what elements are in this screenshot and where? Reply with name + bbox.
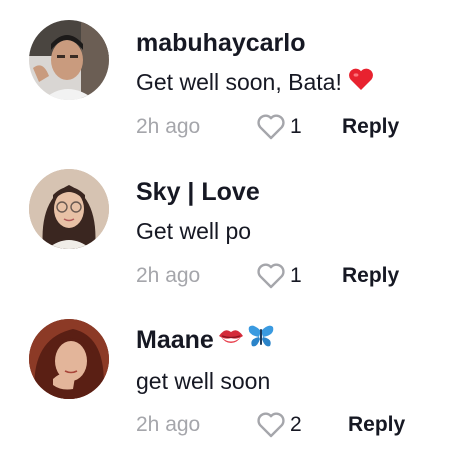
comment-timestamp: 2h ago [136, 264, 201, 287]
like-count: 1 [290, 115, 302, 138]
avatar[interactable] [29, 319, 109, 399]
comment-text-content: Get well soon, Bata! [136, 69, 342, 95]
like-count: 2 [290, 413, 302, 436]
heart-outline-icon [257, 263, 285, 289]
comment-text: get well soon [136, 367, 270, 395]
avatar-photo-icon [29, 319, 109, 399]
avatar[interactable] [29, 169, 109, 249]
comment-username[interactable]: mabuhaycarlo [136, 28, 306, 58]
butterfly-emoji-icon [247, 323, 275, 356]
comment-item: Maane get well soon 2h ago 2 Reply [0, 300, 474, 450]
comment-text: Get well po [136, 217, 251, 245]
reply-button[interactable]: Reply [348, 410, 405, 440]
comment-timestamp: 2h ago [136, 413, 201, 436]
comment-timestamp: 2h ago [136, 115, 201, 138]
heart-outline-icon [257, 114, 285, 140]
avatar-photo-icon [29, 20, 109, 100]
like-button[interactable]: 2 [256, 411, 302, 439]
comment-item: mabuhaycarlo Get well soon, Bata! 2h ago… [0, 0, 474, 150]
reply-button[interactable]: Reply [342, 112, 399, 142]
avatar-photo-icon [29, 169, 109, 249]
comment-meta: 2h ago 1 Reply [0, 112, 474, 142]
comment-item: Sky | Love Get well po 2h ago 1 Reply [0, 150, 474, 300]
kiss-mark-emoji-icon [217, 324, 245, 355]
heart-emoji-icon [348, 67, 374, 97]
reply-button[interactable]: Reply [342, 261, 399, 291]
like-button[interactable]: 1 [256, 262, 302, 290]
heart-outline-icon [257, 412, 285, 438]
comment-meta: 2h ago 1 Reply [0, 261, 474, 291]
comment-meta: 2h ago 2 Reply [0, 410, 474, 440]
comment-text: Get well soon, Bata! [136, 67, 374, 97]
comment-username[interactable]: Maane [136, 323, 275, 356]
comment-text-content: get well soon [136, 368, 271, 394]
comment-username[interactable]: Sky | Love [136, 177, 260, 207]
like-button[interactable]: 1 [256, 113, 302, 141]
comment-username-text: Maane [136, 325, 214, 354]
avatar[interactable] [29, 20, 109, 100]
comment-text-content: Get well po [136, 218, 252, 244]
like-count: 1 [290, 264, 302, 287]
